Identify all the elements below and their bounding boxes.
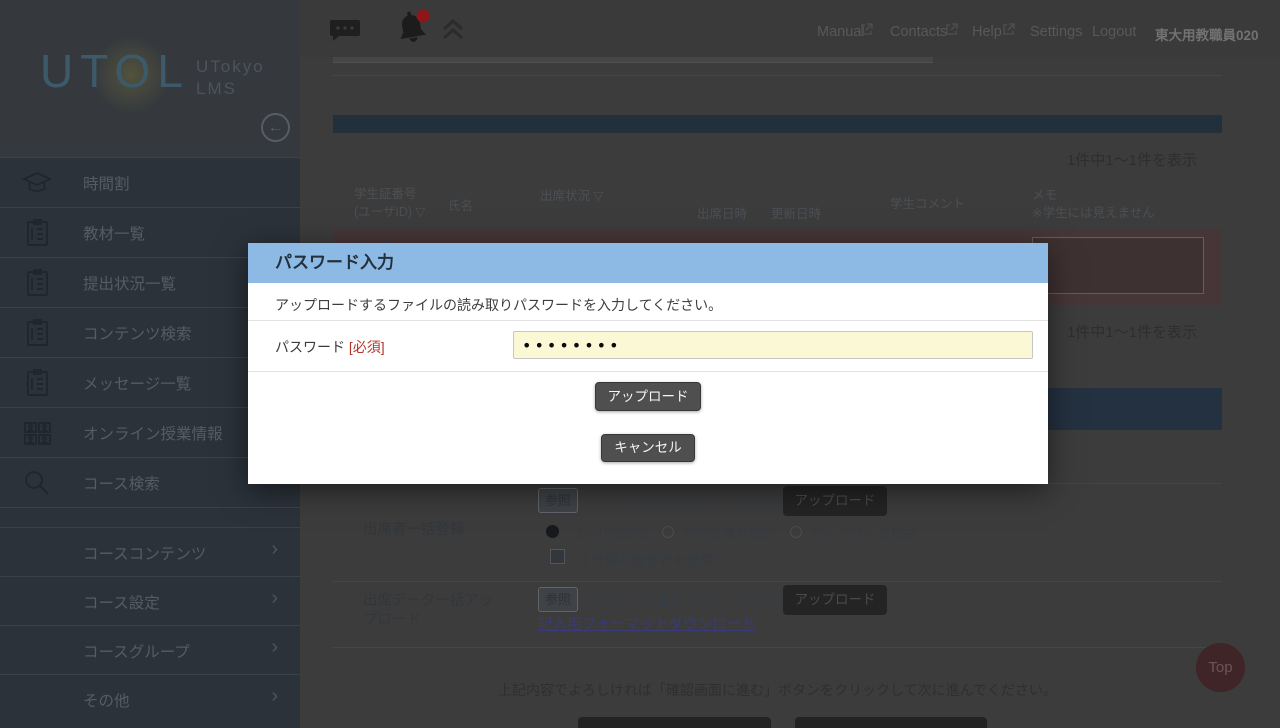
topbar: Manual Contacts Help Settings Logout 東大用… (300, 0, 1280, 57)
sidebar-item-timetable[interactable]: 時間割 (0, 157, 300, 207)
col-header-memo-line2: ※学生には見えません (1032, 202, 1155, 221)
dialog-message: アップロードするファイルの読み取りパスワードを入力してください。 (275, 295, 722, 315)
utol-logo: UTOL (40, 44, 190, 98)
col-header-name: 氏名 (448, 195, 473, 214)
sidebar-item-label: コース設定 (83, 591, 160, 613)
no-file-selected-text: ファイルが選択されていません。 (585, 492, 794, 512)
logo-subtitle-line2: LMS (196, 78, 265, 100)
memo-textarea[interactable] (1032, 237, 1204, 294)
bulk-upload-label-line2: プロード (363, 608, 421, 629)
dialog-upload-button[interactable]: アップロード (595, 382, 701, 411)
sidebar-item-label: その他 (83, 689, 130, 711)
col-header-memo-line1: メモ (1032, 184, 1057, 203)
video-grid-icon (21, 418, 53, 448)
topbar-link-settings[interactable]: Settings (1030, 24, 1082, 40)
col-header-student-id-line2[interactable]: (ユーザID) ▽ (354, 201, 425, 220)
chevron-right-icon: › (271, 538, 278, 561)
logo-subtitle-line1: UTokyo (196, 56, 265, 78)
clipboard-icon (21, 218, 53, 248)
format-download-link[interactable]: 記入用フォーマットダウンロード (538, 613, 756, 634)
sidebar-item-label: オンライン授業情報 (83, 422, 223, 444)
bulk-upload-label-line1: 出席データ一括アッ (363, 589, 494, 610)
sidebar-item-course-group[interactable]: コースグループ › (0, 625, 300, 674)
sidebar-item-label: コース検索 (83, 472, 160, 494)
topbar-link-logout[interactable]: Logout (1092, 24, 1136, 40)
search-icon (21, 468, 53, 498)
back-without-save-button[interactable]: 保存せずに前の画面に戻る (578, 717, 771, 728)
topbar-link-contacts[interactable]: Contacts (890, 24, 947, 40)
required-badge: [必須] (349, 339, 385, 355)
notification-badge (417, 10, 430, 23)
password-label-text: パスワード (275, 339, 345, 355)
attendance-table-header-bar (333, 115, 1222, 133)
bulk-register-label: 出席者一括登録 (363, 518, 465, 539)
upload-button-register[interactable]: アップロード (783, 486, 887, 516)
radio-studentnum-label[interactable]: 学生証番号指定 (682, 523, 777, 543)
sidebar-item-label: 時間割 (83, 172, 130, 194)
sidebar-collapse-icon[interactable]: ← (261, 113, 290, 142)
no-file-selected-text: ファイルが選択されていません。 (585, 591, 794, 611)
col-header-student-comment: 学生コメント (890, 193, 965, 212)
divider (248, 320, 1048, 321)
password-dialog-header: パスワード入力 (248, 243, 1048, 283)
sidebar-item-label: 提出状況一覧 (83, 272, 176, 294)
radio-cardreader-label[interactable]: カードリーダ形式 (810, 523, 918, 543)
password-field[interactable] (513, 331, 1033, 359)
go-to-confirm-button[interactable]: 確認画面に進む (795, 717, 987, 728)
clipboard-icon (21, 368, 53, 398)
scroll-to-top-button[interactable]: Top (1196, 643, 1245, 692)
topbar-link-manual[interactable]: Manual (817, 24, 865, 40)
password-label: パスワード [必須] (275, 337, 385, 357)
unregistered-checkbox[interactable] (550, 549, 565, 564)
collapse-header-icon[interactable] (441, 19, 465, 45)
radio-userid-selected[interactable] (546, 525, 559, 538)
chevron-right-icon: › (271, 587, 278, 610)
chat-icon[interactable] (329, 17, 361, 50)
clipboard-icon (21, 268, 53, 298)
chevron-right-icon: › (271, 636, 278, 659)
logo-subtitle: UTokyo LMS (196, 56, 265, 100)
sidebar-logo-area: UTOL UTokyo LMS ← (0, 0, 300, 157)
radio-userid-label[interactable]: ユーザID指定 (570, 523, 651, 543)
password-dialog: パスワード入力 アップロードするファイルの読み取りパスワードを入力してください。… (248, 243, 1048, 484)
col-header-updated-time: 更新日時 (771, 203, 821, 222)
notification-bell-icon[interactable] (392, 9, 432, 56)
dialog-cancel-button[interactable]: キャンセル (601, 434, 695, 462)
unregistered-checkbox-label[interactable]: 未登録の履修者を登録 (578, 549, 713, 569)
clipboard-icon (21, 318, 53, 348)
external-link-icon (945, 23, 958, 36)
sidebar-item-label: コンテンツ検索 (83, 322, 192, 344)
sidebar-item-label: コースコンテンツ (83, 542, 206, 564)
sidebar-course-menu: コースコンテンツ › コース設定 › コースグループ › その他 › (0, 527, 300, 723)
radio-studentnum[interactable] (662, 526, 674, 538)
result-count-top: 1件中1〜1件を表示 (900, 149, 1197, 170)
dialog-title: パスワード入力 (275, 243, 394, 283)
sidebar-item-course-contents[interactable]: コースコンテンツ › (0, 527, 300, 576)
col-header-attendance-status[interactable]: 出席状況 ▽ (540, 185, 603, 204)
sidebar-item-label: メッセージ一覧 (83, 372, 191, 394)
divider (248, 371, 1048, 372)
browse-button[interactable]: 参照 (538, 488, 578, 513)
upload-button-data[interactable]: アップロード (783, 585, 887, 615)
utol-page: UTOL UTokyo LMS ← 時間割 教材一覧 (0, 0, 1280, 728)
col-header-student-id-line1: 学生証番号 (354, 183, 417, 202)
browse-button[interactable]: 参照 (538, 587, 578, 612)
card-bottom-border (333, 647, 1222, 648)
col-header-attendance-time: 出席日時 (697, 203, 747, 222)
sidebar-item-course-settings[interactable]: コース設定 › (0, 576, 300, 625)
sidebar-item-label: 教材一覧 (83, 222, 145, 244)
external-link-icon (1002, 23, 1015, 36)
graduation-cap-icon (21, 168, 53, 198)
previous-section-edge (333, 57, 933, 63)
horizontal-rule (333, 75, 1222, 76)
chevron-right-icon: › (271, 685, 278, 708)
external-link-icon (860, 23, 873, 36)
topbar-username: 東大用教職員020 (1155, 24, 1259, 44)
sidebar-item-label: コースグループ (83, 640, 190, 662)
sidebar-item-others[interactable]: その他 › (0, 674, 300, 723)
confirm-instruction-text: 上記内容でよろしければ「確認画面に進む」ボタンをクリックして次に進んでください。 (333, 680, 1222, 700)
topbar-link-help[interactable]: Help (972, 24, 1002, 40)
row-divider (333, 581, 1222, 582)
radio-cardreader[interactable] (790, 526, 802, 538)
